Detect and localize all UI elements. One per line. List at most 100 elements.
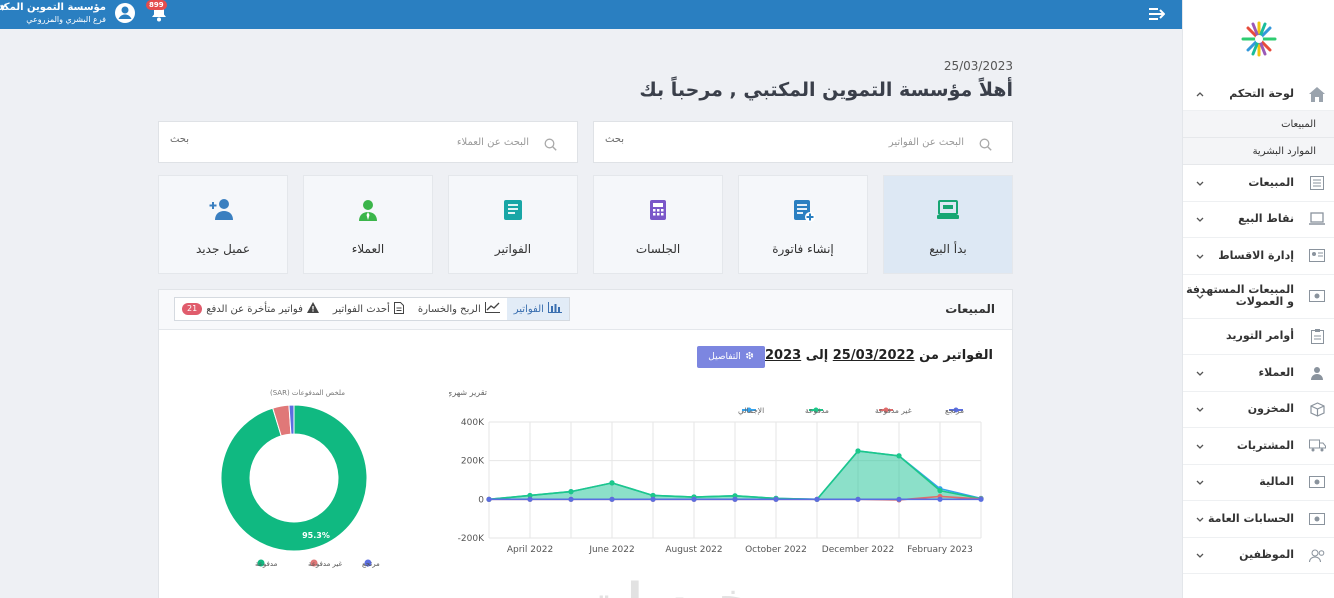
chevron-down-icon: [1195, 477, 1205, 487]
tab-profit-loss[interactable]: الربح والخسارة: [411, 298, 507, 320]
chevron-down-icon: [1195, 514, 1205, 524]
invoices-tile[interactable]: الفواتير: [448, 175, 578, 274]
org-switcher[interactable]: مؤسسة التموين المكتبي فرع البشري والمزرو…: [0, 2, 106, 25]
tile-label: عميل جديد: [196, 242, 250, 256]
customer-search[interactable]: البحث عن العملاء بحث: [158, 121, 578, 163]
chevron-down-icon: [1195, 251, 1205, 261]
chevron-down-icon: [1195, 368, 1205, 378]
sidebar-item-inventory[interactable]: المخزون: [1183, 392, 1334, 428]
data-point: [937, 488, 943, 494]
calculator-icon: [646, 198, 670, 222]
user-tie-icon: [1308, 364, 1326, 382]
top-bar: ▼ مؤسسة التموين المكتبي فرع البشري والمز…: [0, 0, 1182, 29]
legend-entry: غير مدفوعة: [875, 406, 912, 415]
tab-label: فواتير متأخرة عن الدفع: [206, 303, 303, 315]
sidebar-item-finance[interactable]: المالية: [1183, 465, 1334, 501]
y-tick-label: 200K: [461, 457, 485, 467]
tab-label: الفواتير: [513, 303, 544, 315]
logo-star-icon: [1241, 21, 1276, 57]
sidebar-item-targets-commissions[interactable]: المبيعات المستهدفة و العمولات: [1183, 275, 1334, 319]
current-date: 25/03/2023: [943, 59, 1013, 73]
donut-data-label: 95.3%: [302, 531, 330, 540]
org-name: مؤسسة التموين المكتبي: [0, 2, 106, 13]
invoice-search[interactable]: البحث عن الفواتير بحث: [593, 121, 1013, 163]
tab-label: الربح والخسارة: [417, 303, 481, 315]
box-icon: [1308, 400, 1326, 418]
sidebar-subitem-hr[interactable]: الموارد البشرية: [1183, 138, 1334, 165]
data-point: [855, 448, 861, 454]
list-icon: [1308, 174, 1326, 192]
legend-entry: الإجمالي: [738, 406, 764, 415]
range-from-date[interactable]: 25/03/2022: [833, 348, 915, 363]
sidebar-item-pos[interactable]: نقاط البيع: [1183, 202, 1334, 238]
y-tick-label: 0: [478, 495, 484, 505]
tab-overdue-invoices[interactable]: فواتير متأخرة عن الدفع 21: [175, 298, 326, 320]
data-point: [896, 496, 902, 502]
menu-toggle-icon[interactable]: [1146, 4, 1168, 24]
search-icon: [543, 136, 557, 151]
bar-chart-icon: [547, 302, 562, 316]
tile-label: بدأ البيع: [929, 242, 967, 256]
user-plus-icon: [209, 198, 235, 222]
branch-name: فرع البشري والمزروعي: [26, 15, 106, 24]
brand-logo[interactable]: [1183, 0, 1334, 78]
money-icon: [1308, 510, 1326, 528]
warning-icon: [306, 302, 319, 316]
monthly-invoices-chart: تقرير شهري مختصر للفواتير (SAR) مرتجع غير…: [449, 388, 984, 555]
data-point: [527, 496, 533, 502]
clipboard-icon: [1308, 327, 1326, 345]
sales-card-header: المبيعات الفواتير الربح والخسارة أحدث ال…: [159, 290, 1012, 330]
sidebar-item-customers[interactable]: العملاء: [1183, 355, 1334, 392]
file-icon: [393, 301, 404, 317]
invoice-search-button[interactable]: بحث: [605, 134, 624, 145]
tab-latest-invoices[interactable]: أحدث الفواتير: [326, 298, 411, 320]
sidebar-item-sales[interactable]: المبيعات: [1183, 165, 1334, 202]
tile-label: الجلسات: [635, 242, 681, 256]
tab-invoices[interactable]: الفواتير: [506, 298, 569, 320]
notifications-count-badge: 899: [146, 0, 167, 10]
data-point: [814, 496, 820, 502]
sidebar-item-purchases[interactable]: المشتريات: [1183, 428, 1334, 465]
start-sale-tile[interactable]: بدأ البيع: [883, 175, 1013, 274]
users-icon: [1308, 546, 1326, 564]
donut-data-labels: 95.3%: [302, 531, 330, 540]
laptop-icon: [1308, 210, 1326, 228]
chart-axes: April 2022 June 2022 August 2022 October 20…: [507, 545, 973, 555]
range-separator: إلى: [805, 348, 829, 363]
new-customer-tile[interactable]: عميل جديد: [158, 175, 288, 274]
sidebar-item-supply-orders[interactable]: أوامر التوريد: [1183, 319, 1334, 355]
details-button[interactable]: التفاصيل: [697, 346, 765, 368]
sidebar-item-employees[interactable]: الموظفين: [1183, 538, 1334, 574]
data-point: [486, 496, 492, 502]
document-icon: [501, 198, 525, 222]
customers-tile[interactable]: العملاء: [303, 175, 433, 274]
line-chart-icon: [484, 302, 500, 316]
sessions-tile[interactable]: الجلسات: [593, 175, 723, 274]
sidebar-item-installments[interactable]: إدارة الاقساط: [1183, 238, 1334, 275]
page-title: أهلاً مؤسسة التموين المكتبي , مرحباً بك: [639, 79, 1013, 101]
legend-entry: غير مدفوعة: [308, 560, 343, 568]
create-invoice-tile[interactable]: إنشاء فاتورة: [738, 175, 868, 274]
customer-search-button[interactable]: بحث: [170, 134, 189, 145]
range-prefix: الفواتير من: [919, 348, 993, 363]
sidebar-item-general-accounts[interactable]: الحسابات العامة: [1183, 501, 1334, 538]
id-card-icon: [1308, 247, 1326, 265]
legend-entry: مرتجع: [362, 560, 380, 568]
customer-search-input[interactable]: البحث عن العملاء: [457, 137, 529, 148]
sidebar-subitem-sales[interactable]: المبيعات: [1183, 111, 1334, 138]
x-tick-label: June 2022: [588, 545, 634, 555]
gear-icon: [745, 351, 754, 363]
tile-label: إنشاء فاتورة: [772, 242, 834, 256]
legend-entry: مرتجع: [945, 406, 964, 415]
cash-register-icon: [936, 198, 960, 222]
y-tick-label: 400K: [461, 418, 485, 428]
overdue-count-badge: 21: [182, 303, 203, 315]
chart-title: ملخص المدفوعات (SAR): [270, 389, 345, 397]
x-tick-label: August 2022: [665, 545, 722, 555]
chevron-up-icon: [1195, 89, 1205, 99]
invoice-search-input[interactable]: البحث عن الفواتير: [889, 137, 964, 148]
user-avatar-icon[interactable]: [114, 2, 136, 24]
data-point: [978, 496, 984, 502]
data-point: [609, 496, 615, 502]
sidebar-item-dashboard[interactable]: لوحة التحكم: [1183, 78, 1334, 111]
